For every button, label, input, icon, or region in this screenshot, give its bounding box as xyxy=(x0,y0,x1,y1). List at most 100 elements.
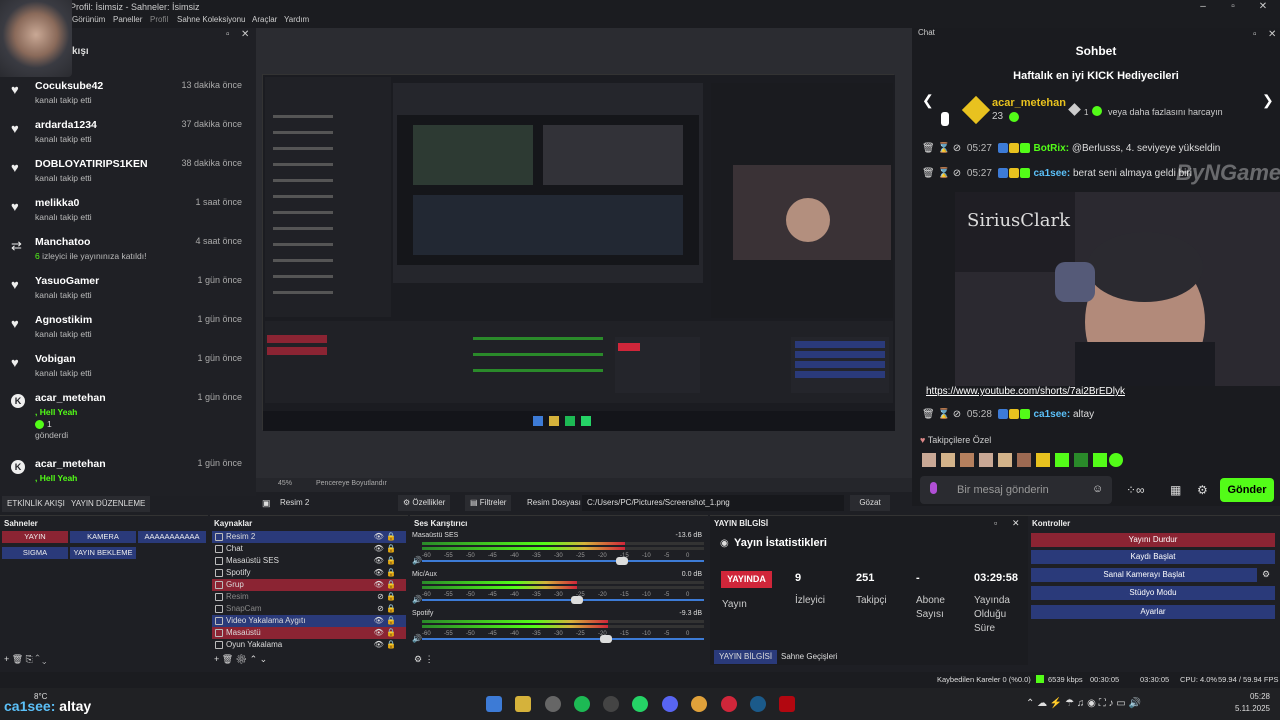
next-arrow-icon[interactable]: ❯ xyxy=(1262,92,1274,109)
volume-slider-handle[interactable] xyxy=(616,557,629,565)
mic-icon[interactable] xyxy=(930,482,937,494)
prev-arrow-icon[interactable]: ❮ xyxy=(922,92,934,109)
filters-button[interactable]: ▤ Filtreler xyxy=(465,495,512,511)
close-button[interactable]: ✕ xyxy=(1256,1,1270,12)
scene-yayin[interactable]: YAYIN xyxy=(2,531,68,543)
feed-item[interactable]: ♥ Agnostikim 1 gün önce kanalı takip etti xyxy=(0,311,256,350)
settings-button[interactable]: Ayarlar xyxy=(1031,605,1275,619)
feed-item[interactable]: ♥ ardarda1234 37 dakika önce kanalı takip e… xyxy=(0,116,256,155)
start-record-button[interactable]: Kaydı Başlat xyxy=(1031,550,1275,564)
menu-profil[interactable]: Profil xyxy=(150,15,168,24)
stats-float-icon[interactable]: ▫ xyxy=(994,518,997,528)
ban-icon[interactable]: ⊘ xyxy=(953,409,961,420)
volume-slider-handle[interactable] xyxy=(570,596,583,604)
eye-icon[interactable]: 👁 🔒 xyxy=(374,531,396,543)
feed-item[interactable]: ♥ Cocuksube42 13 dakika önce kanalı takip e… xyxy=(0,77,256,116)
scene-sigma[interactable]: SIGMA xyxy=(2,547,68,559)
feed-item[interactable]: Kacar_metehan 1 gün önce , Hell Yeah xyxy=(0,455,256,494)
feed-user[interactable]: melikka0 xyxy=(35,197,79,209)
explorer-icon[interactable] xyxy=(515,696,531,712)
menu-gorunum[interactable]: Görünüm xyxy=(72,15,105,24)
source-item[interactable]: SnapCam ⊘ 🔒 xyxy=(212,603,406,615)
chat-user[interactable]: ca1see: xyxy=(1033,168,1070,179)
feed-close-icon[interactable]: ✕ xyxy=(241,29,249,40)
menu-araclar[interactable]: Araçlar xyxy=(252,15,277,24)
scene-kamera[interactable]: KAMERA xyxy=(70,531,136,543)
volume-slider[interactable] xyxy=(422,596,704,604)
source-item[interactable]: Chat 👁 🔒 xyxy=(212,543,406,555)
volume-slider[interactable] xyxy=(422,635,704,643)
feed-item[interactable]: ⇄ Manchatoo 4 saat önce 6 izleyici ile yayı… xyxy=(0,233,256,272)
add-scene-icon[interactable]: + 🗑 ⎘ ⌃ ⌄ xyxy=(4,654,46,665)
feed-item[interactable]: ♥ Vobigan 1 gün önce kanalı takip etti xyxy=(0,350,256,389)
file-path-field[interactable]: C:/Users/PC/Pictures/Screenshot_1.png xyxy=(582,495,844,511)
feed-item[interactable]: ♥ YasuoGamer 1 gün önce kanalı takip etti xyxy=(0,272,256,311)
eye-icon[interactable]: 👁 🔒 xyxy=(374,627,396,639)
nft-icon[interactable]: ⁘∞ xyxy=(1126,483,1145,497)
source-item[interactable]: Masaüstü 👁 🔒 xyxy=(212,627,406,639)
speaker-icon[interactable]: 🔊 xyxy=(412,634,422,643)
eye-icon[interactable]: 👁 🔒 xyxy=(374,579,396,591)
virtual-camera-button[interactable]: Sanal Kamerayı Başlat xyxy=(1031,568,1257,582)
feed-user[interactable]: YasuoGamer xyxy=(35,275,99,287)
volume-slider[interactable] xyxy=(422,557,704,565)
chat-float-icon[interactable]: ▫ xyxy=(1253,29,1257,40)
eye-icon[interactable]: 👁 🔒 xyxy=(374,543,396,555)
scene-aaaa[interactable]: AAAAAAAAAAA xyxy=(138,531,206,543)
stats-close-icon[interactable]: ✕ xyxy=(1012,518,1020,529)
eye-icon[interactable]: 👁 🔒 xyxy=(374,639,396,651)
spotify-icon[interactable] xyxy=(574,696,590,712)
source-item[interactable]: Grup 👁 🔒 xyxy=(212,579,406,591)
clock-time[interactable]: 05:28 xyxy=(1244,692,1270,701)
opera-icon[interactable] xyxy=(721,696,737,712)
vcam-settings-icon[interactable]: ⚙ xyxy=(1262,569,1270,580)
studio-mode-button[interactable]: Stüdyo Modu xyxy=(1031,586,1275,600)
tab-yayin-duzenleme[interactable]: YAYIN DÜZENLEME xyxy=(66,496,151,512)
start-icon[interactable] xyxy=(486,696,502,712)
minimize-button[interactable]: – xyxy=(1196,1,1210,12)
feed-item[interactable]: ♥ melikka0 1 saat önce kanalı takip etti xyxy=(0,194,256,233)
scene-yayin-bekleme[interactable]: YAYIN BEKLEME xyxy=(70,547,136,559)
eye-slash-icon[interactable]: ⊘ 🔒 xyxy=(377,591,396,603)
eye-icon[interactable]: 👁 🔒 xyxy=(374,555,396,567)
whatsapp-icon[interactable] xyxy=(632,696,648,712)
settings-icon[interactable] xyxy=(545,696,561,712)
feed-user[interactable]: acar_metehan xyxy=(35,458,106,470)
feed-user[interactable]: DOBLOYATIRIPS1KEN xyxy=(35,158,148,170)
discord-icon[interactable] xyxy=(662,696,678,712)
timeout-icon[interactable]: ⌛ xyxy=(937,168,949,179)
delete-icon[interactable]: 🗑 xyxy=(922,409,935,420)
tab-yayin-bilgisi[interactable]: YAYIN BİLGİSİ xyxy=(714,650,778,664)
delete-icon[interactable]: 🗑 xyxy=(922,168,935,179)
feed-user[interactable]: Manchatoo xyxy=(35,236,90,248)
speaker-icon[interactable]: 🔊 xyxy=(412,556,422,565)
feed-user[interactable]: ardarda1234 xyxy=(35,119,97,131)
mixer-settings-icon[interactable]: ⚙ ⋮ xyxy=(414,654,434,665)
clock-date[interactable]: 5.11.2025 xyxy=(1226,704,1270,713)
timeout-icon[interactable]: ⌛ xyxy=(937,143,949,154)
send-button[interactable]: Gönder xyxy=(1220,478,1274,502)
steam-icon[interactable] xyxy=(750,696,766,712)
feed-float-icon[interactable]: ▫ xyxy=(226,29,230,40)
tray-icons[interactable]: ⌃ ☁ ⚡ ☂ ♫ ◉ ⛶ ♪ ▭ 🔊 xyxy=(1026,698,1141,709)
ban-icon[interactable]: ⊘ xyxy=(953,168,961,179)
ban-icon[interactable]: ⊘ xyxy=(953,143,961,154)
scale-mode[interactable]: Pencereye Boyutlandır xyxy=(316,480,387,487)
store-icon[interactable]: ▦ xyxy=(1170,483,1181,497)
eye-slash-icon[interactable]: ⊘ 🔒 xyxy=(377,603,396,615)
properties-button[interactable]: ⚙ Özellikler xyxy=(398,495,451,511)
source-item[interactable]: Resim ⊘ 🔒 xyxy=(212,591,406,603)
feed-user[interactable]: acar_metehan xyxy=(35,392,106,404)
chat-user[interactable]: ca1see: xyxy=(1033,409,1070,420)
eye-icon[interactable]: 👁 🔒 xyxy=(374,567,396,579)
volume-slider-handle[interactable] xyxy=(600,635,613,643)
feed-item[interactable]: ♥ DOBLOYATIRIPS1KEN 38 dakika önce kanalı t… xyxy=(0,155,256,194)
emote-row[interactable] xyxy=(922,452,1127,468)
emoji-icon[interactable]: ☺ xyxy=(1092,483,1103,495)
stop-stream-button[interactable]: Yayını Durdur xyxy=(1031,533,1275,547)
chat-input[interactable]: Bir mesaj gönderin ☺ xyxy=(920,476,1112,504)
obs-icon[interactable] xyxy=(603,696,619,712)
eye-icon[interactable]: 👁 🔒 xyxy=(374,615,396,627)
source-item[interactable]: Spotify 👁 🔒 xyxy=(212,567,406,579)
feed-user[interactable]: Cocuksube42 xyxy=(35,80,103,92)
